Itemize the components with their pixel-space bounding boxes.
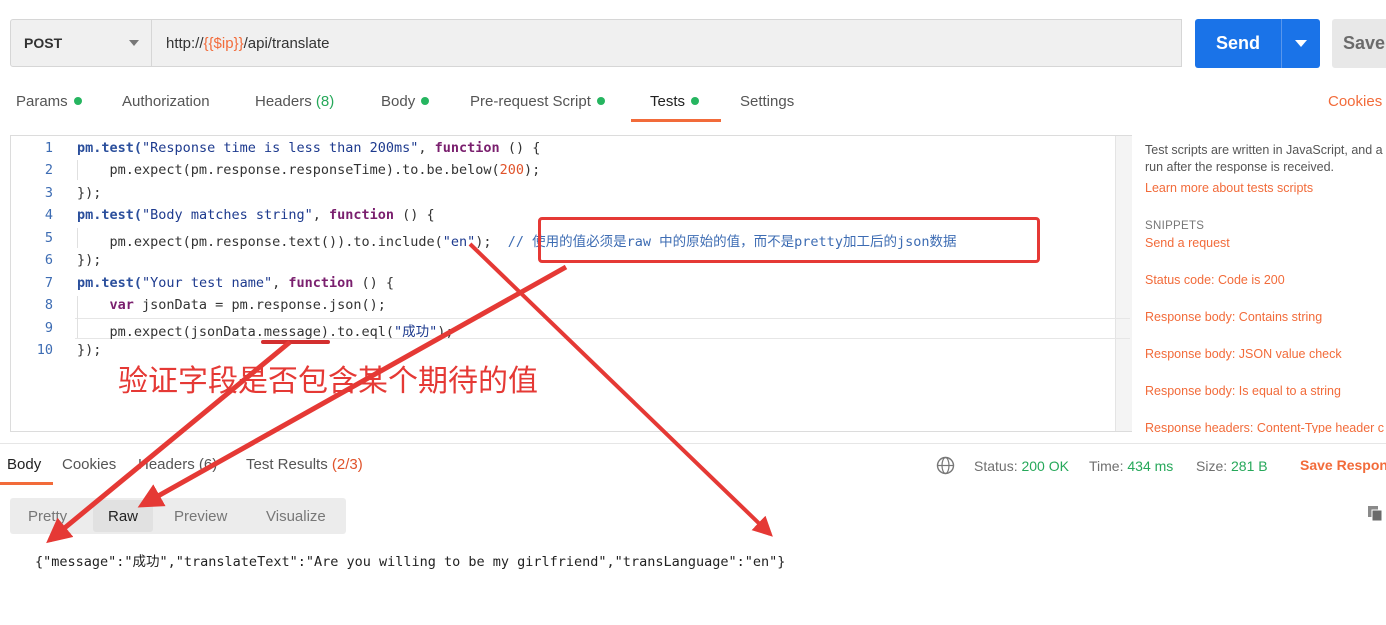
arrow-to-en	[468, 242, 773, 537]
annotation-arrows	[46, 242, 773, 544]
arrow-to-raw	[137, 264, 568, 508]
